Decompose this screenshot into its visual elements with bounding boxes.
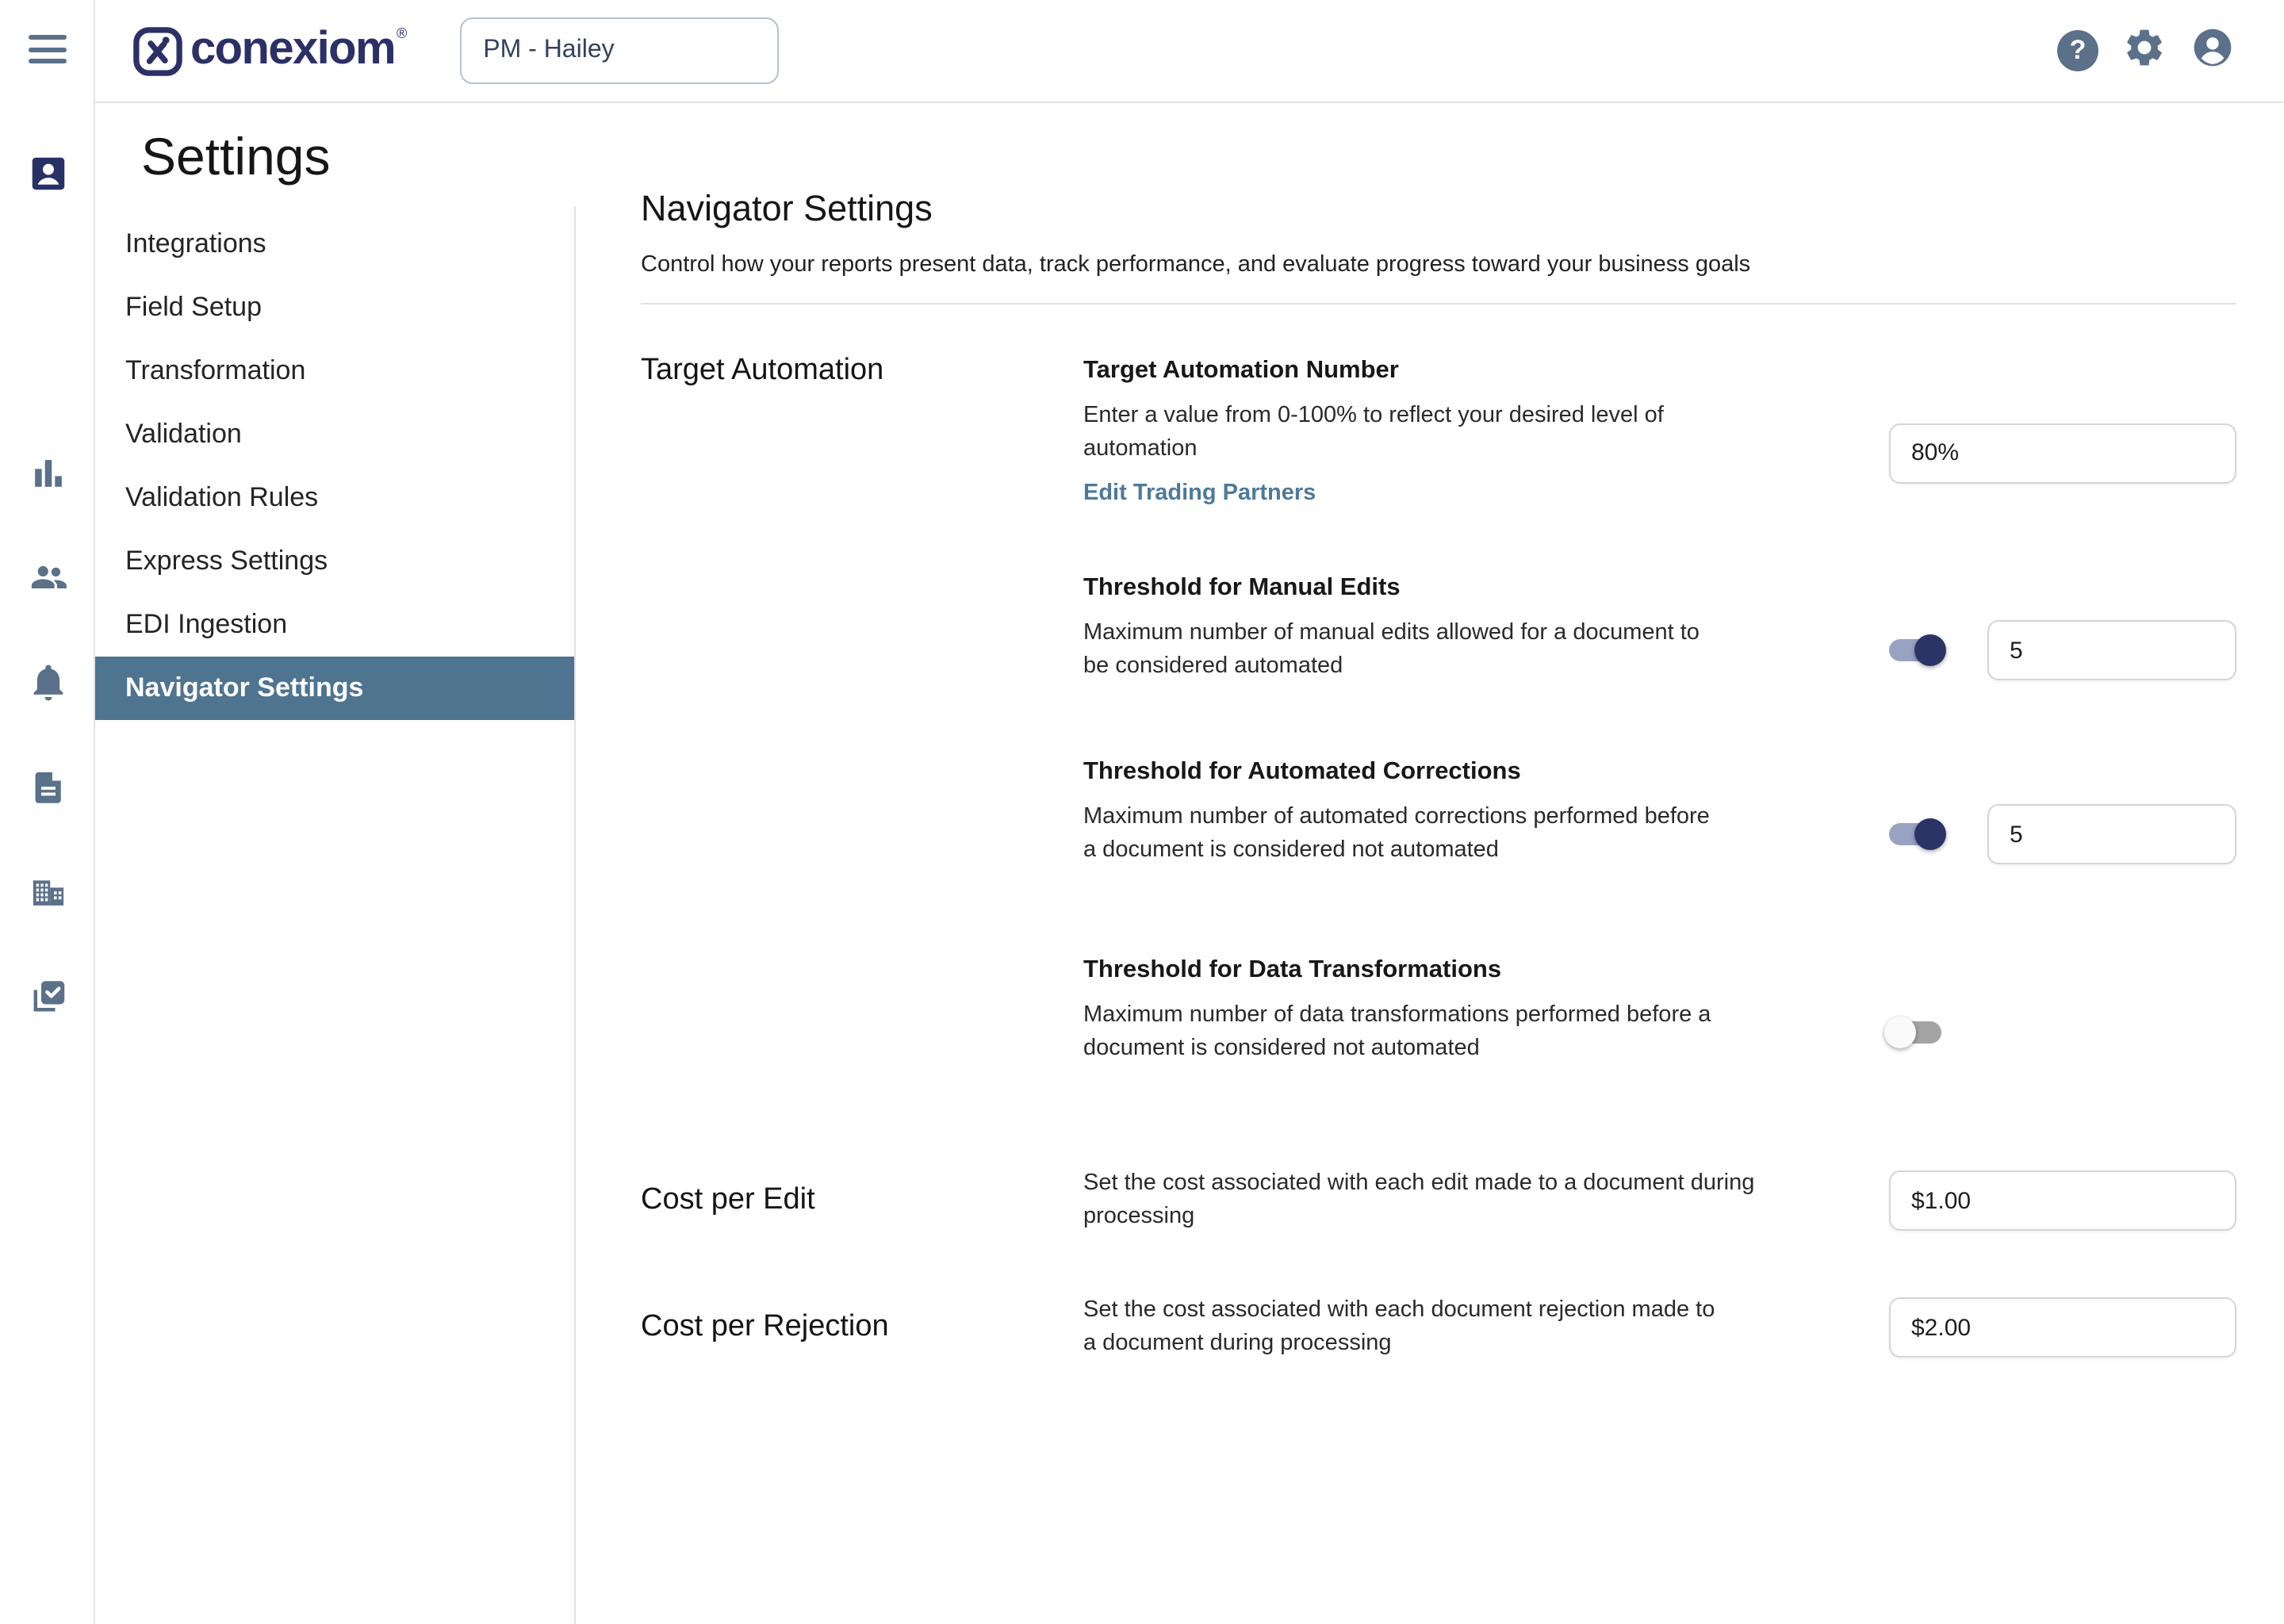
brand-name: conexiom (190, 22, 395, 78)
tasks-check-icon[interactable] (0, 974, 95, 1018)
cost-per-edit-section: Cost per Edit Set the cost associated wi… (641, 1167, 2236, 1234)
automated-corrections-field: Threshold for Automated Corrections Maxi… (1083, 758, 2236, 868)
cost-per-rejection-input[interactable] (1889, 1297, 2236, 1358)
field-description: Maximum number of manual edits allowed f… (1083, 617, 1718, 684)
field-description: Enter a value from 0-100% to reflect you… (1083, 400, 1769, 466)
toggle-thumb (1914, 634, 1946, 666)
target-automation-number-field: Target Automation Number Enter a value f… (1083, 357, 2236, 506)
edit-trading-partners-link[interactable]: Edit Trading Partners (1083, 481, 1769, 506)
manual-edits-input[interactable] (1987, 620, 2236, 680)
toggle-thumb (1884, 1017, 1916, 1048)
account-circle-icon[interactable] (2190, 25, 2235, 77)
page-title: Settings (95, 103, 576, 206)
conexiom-logo-mark (130, 24, 186, 79)
nav-item-edi-ingestion[interactable]: EDI Ingestion (95, 593, 574, 657)
target-automation-section: Target Automation Target Automation Numb… (641, 357, 2236, 1167)
data-transformations-toggle[interactable] (1889, 1021, 1941, 1044)
registered-mark: ® (397, 25, 407, 41)
target-automation-fields: Target Automation Number Enter a value f… (1083, 357, 2236, 1167)
toggle-thumb (1914, 818, 1946, 850)
icon-rail (0, 0, 95, 1624)
settings-gear-icon[interactable] (2122, 25, 2167, 77)
cost-per-rejection-section: Cost per Rejection Set the cost associat… (641, 1294, 2236, 1361)
header-divider (641, 303, 2236, 304)
nav-item-express-settings[interactable]: Express Settings (95, 530, 574, 593)
nav-item-field-setup[interactable]: Field Setup (95, 276, 574, 339)
app-window: conexiom ® PM - Hailey ? Settings Integr… (0, 0, 2284, 1624)
automated-corrections-input[interactable] (1987, 804, 2236, 864)
cost-per-rejection-label: Cost per Rejection (641, 1310, 1083, 1345)
field-title: Threshold for Manual Edits (1083, 574, 2236, 603)
field-title: Threshold for Data Transformations (1083, 956, 2236, 985)
workspace-name: PM - Hailey (483, 36, 614, 65)
manual-edits-field: Threshold for Manual Edits Maximum numbe… (1083, 574, 2236, 684)
top-actions: ? (2057, 25, 2259, 77)
target-automation-label: Target Automation (641, 354, 1083, 1167)
automated-corrections-toggle[interactable] (1889, 823, 1941, 845)
people-icon[interactable] (0, 555, 95, 599)
manual-edits-toggle[interactable] (1889, 639, 1941, 661)
document-icon[interactable] (0, 764, 95, 809)
account-box-icon[interactable] (0, 151, 95, 195)
settings-sidebar: Settings Integrations Field Setup Transf… (95, 103, 576, 1624)
field-description: Set the cost associated with each docume… (1083, 1294, 1734, 1361)
panel-subtitle: Control how your reports present data, t… (641, 249, 2236, 282)
target-automation-input[interactable] (1889, 423, 2236, 483)
top-bar: conexiom ® PM - Hailey ? (95, 0, 2284, 103)
cost-per-edit-label: Cost per Edit (641, 1183, 1083, 1218)
nav-item-integrations[interactable]: Integrations (95, 213, 574, 276)
conexiom-logo[interactable]: conexiom ® (130, 22, 407, 79)
notifications-bell-icon[interactable] (0, 660, 95, 704)
field-title: Threshold for Automated Corrections (1083, 758, 2236, 787)
organization-building-icon[interactable] (0, 869, 95, 914)
cost-per-edit-input[interactable] (1889, 1170, 2236, 1231)
nav-item-transformation[interactable]: Transformation (95, 339, 574, 403)
workspace-selector[interactable]: PM - Hailey (459, 17, 778, 84)
panel-title: Navigator Settings (641, 189, 2236, 230)
field-description: Maximum number of data transformations p… (1083, 999, 1715, 1066)
nav-item-validation[interactable]: Validation (95, 403, 574, 466)
hamburger-menu-icon[interactable] (28, 35, 66, 64)
bar-chart-icon[interactable] (0, 450, 95, 495)
nav-item-navigator-settings[interactable]: Navigator Settings (95, 657, 574, 720)
field-description: Maximum number of automated corrections … (1083, 801, 1715, 868)
data-transformations-field: Threshold for Data Transformations Maxim… (1083, 956, 2236, 1066)
help-icon[interactable]: ? (2057, 30, 2098, 71)
navigator-settings-panel: Navigator Settings Control how your repo… (576, 103, 2284, 1624)
field-title: Target Automation Number (1083, 357, 2236, 385)
nav-item-validation-rules[interactable]: Validation Rules (95, 466, 574, 530)
content-area: Settings Integrations Field Setup Transf… (95, 103, 2284, 1624)
field-description: Set the cost associated with each edit m… (1083, 1167, 1769, 1234)
settings-nav: Integrations Field Setup Transformation … (95, 206, 576, 1624)
rail-icon-list (0, 151, 95, 1018)
